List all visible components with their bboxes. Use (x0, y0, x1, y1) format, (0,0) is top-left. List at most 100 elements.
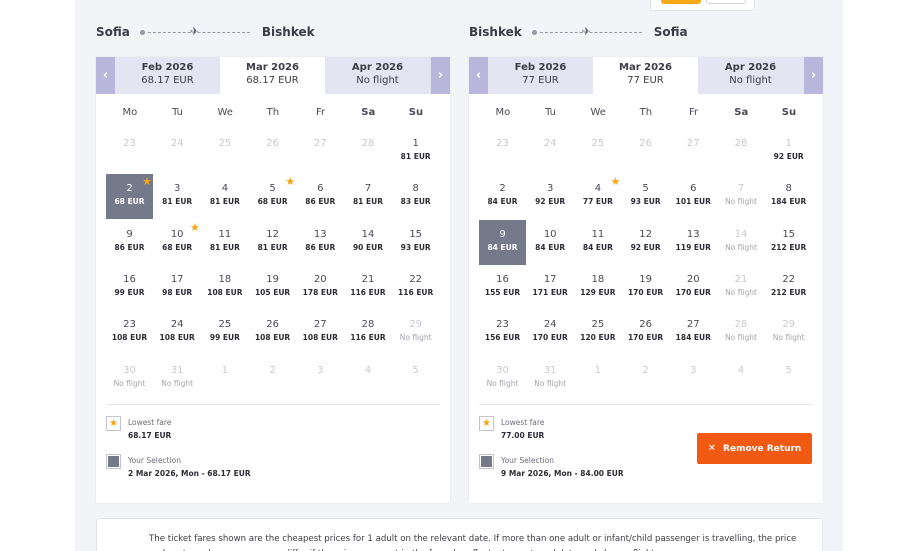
top-primary-button[interactable] (661, 0, 701, 4)
day-cell[interactable]: 21 No flight (718, 265, 765, 310)
selected-day-cell[interactable]: 9 84 EUR (479, 219, 526, 265)
day-cell[interactable]: 12 92 EUR (622, 220, 669, 265)
day-cell[interactable]: 25 99 EUR (201, 310, 248, 355)
selected-day-cell[interactable]: 2 68 EUR ★ (106, 174, 153, 220)
day-cell[interactable]: 29 No flight (765, 310, 812, 355)
day-cell[interactable]: 11 84 EUR (574, 220, 621, 265)
day-cell[interactable]: 3 92 EUR (527, 174, 574, 219)
day-cell[interactable]: 26 108 EUR (249, 310, 296, 355)
day-cell[interactable]: 13 119 EUR (670, 220, 717, 265)
weekday-label: Su (408, 107, 424, 118)
day-cell[interactable]: 15 93 EUR (392, 220, 439, 265)
day-price: 68 EUR (257, 197, 288, 207)
day-number: 5 (642, 183, 649, 195)
day-cell[interactable]: 30 No flight (479, 356, 526, 401)
day-cell: 28 (718, 129, 765, 174)
day-number: 17 (170, 273, 184, 285)
next-month-arrow[interactable]: › (431, 57, 450, 94)
day-price: 86 EUR (305, 197, 336, 207)
day-price: 170 EUR (627, 333, 664, 343)
day-number: 4 (737, 364, 745, 376)
day-cell[interactable]: 21 116 EUR (345, 265, 392, 310)
day-cell[interactable]: 14 No flight (718, 220, 765, 265)
day-cell: 25 (201, 129, 248, 174)
day-number: 24 (170, 319, 184, 331)
day-cell[interactable]: 18 129 EUR (574, 265, 621, 310)
prev-month-arrow[interactable]: ‹ (469, 57, 488, 94)
day-cell[interactable]: 4 81 EUR (201, 174, 248, 219)
day-cell[interactable]: 27 184 EUR (670, 310, 717, 355)
day-cell[interactable]: 2 84 EUR (479, 174, 526, 219)
day-cell[interactable]: 20 178 EUR (297, 265, 344, 310)
next-month-arrow[interactable]: › (804, 57, 823, 94)
day-cell[interactable]: 20 170 EUR (670, 265, 717, 310)
day-number: 22 (782, 273, 796, 285)
day-cell[interactable]: 17 171 EUR (527, 265, 574, 310)
day-price: 92 EUR (773, 152, 804, 161)
tab-month-apr[interactable]: Apr 2026 No flight (325, 57, 430, 94)
remove-return-button[interactable]: ✕ Remove Return (697, 433, 812, 464)
day-cell[interactable]: 31 No flight (154, 356, 201, 401)
day-cell[interactable]: 22 212 EUR (765, 265, 812, 310)
day-price: No flight (725, 242, 757, 252)
day-cell[interactable]: 10 84 EUR (527, 220, 574, 265)
tab-month-apr[interactable]: Apr 2026 No flight (698, 57, 803, 94)
day-cell[interactable]: 26 170 EUR (622, 310, 669, 355)
day-cell[interactable]: 6 86 EUR (297, 174, 344, 219)
day-cell[interactable]: 12 81 EUR (249, 220, 296, 265)
legend-lowest: ★ Lowest fare 68.17 EUR (106, 416, 171, 441)
day-cell: 23 (106, 129, 153, 174)
day-cell[interactable]: 19 170 EUR (622, 265, 669, 310)
day-number: 3 (547, 183, 554, 195)
day-cell[interactable]: 1 92 EUR (765, 129, 812, 174)
top-secondary-button[interactable] (706, 0, 746, 4)
day-cell[interactable]: 17 98 EUR (154, 265, 201, 310)
day-cell[interactable]: 3 81 EUR (154, 174, 201, 219)
day-cell[interactable]: 29 No flight (392, 310, 439, 355)
day-cell[interactable]: 7 81 EUR (345, 174, 392, 219)
day-cell[interactable]: 28 116 EUR (345, 310, 392, 355)
day-cell[interactable]: 11 81 EUR (201, 220, 248, 265)
day-cell[interactable]: 27 108 EUR (297, 310, 344, 355)
day-cell[interactable]: 24 170 EUR (527, 310, 574, 355)
tab-month-feb[interactable]: Feb 2026 68.17 EUR (115, 57, 220, 94)
day-cell[interactable]: 6 101 EUR (670, 174, 717, 219)
day-cell[interactable]: 30 No flight (106, 356, 153, 401)
day-cell[interactable]: 13 86 EUR (297, 220, 344, 265)
day-cell[interactable]: 4 77 EUR ★ (574, 174, 621, 219)
star-icon: ★ (285, 175, 296, 189)
return-calendar: ‹ Feb 2026 77 EUR Mar 2026 77 EUR Apr 20… (469, 57, 823, 503)
day-cell[interactable]: 22 116 EUR (392, 265, 439, 310)
tab-month-mar[interactable]: Mar 2026 77 EUR (593, 57, 698, 95)
day-cell[interactable]: 19 105 EUR (249, 265, 296, 310)
day-cell[interactable]: 25 120 EUR (574, 310, 621, 355)
day-cell[interactable]: 5 68 EUR ★ (249, 174, 296, 219)
day-number: 12 (266, 228, 279, 240)
day-cell[interactable]: 31 No flight (527, 356, 574, 401)
day-cell[interactable]: 5 93 EUR (622, 174, 669, 219)
day-number: 27 (313, 138, 327, 149)
day-cell[interactable]: 16 155 EUR (479, 265, 526, 310)
day-cell[interactable]: 23 108 EUR (106, 310, 153, 355)
day-number: 1 (785, 138, 792, 149)
day-cell[interactable]: 1 81 EUR (392, 129, 439, 174)
day-cell[interactable]: 14 90 EUR (345, 220, 392, 265)
day-cell[interactable]: 15 212 EUR (765, 220, 812, 265)
day-cell[interactable]: 28 No flight (718, 310, 765, 355)
tab-month-mar[interactable]: Mar 2026 68.17 EUR (220, 57, 325, 95)
day-number: 23 (496, 138, 509, 149)
day-cell[interactable]: 7 No flight (718, 174, 765, 219)
prev-month-arrow[interactable]: ‹ (96, 57, 115, 94)
day-cell[interactable]: 10 68 EUR ★ (154, 220, 201, 265)
day-cell[interactable]: 23 156 EUR (479, 310, 526, 355)
day-cell[interactable]: 8 184 EUR (765, 174, 812, 219)
day-cell[interactable]: 18 108 EUR (201, 265, 248, 310)
tab-month-feb[interactable]: Feb 2026 77 EUR (488, 57, 593, 94)
day-cell[interactable]: 9 86 EUR (106, 220, 153, 265)
day-cell[interactable]: 8 83 EUR (392, 174, 439, 219)
day-number: 16 (496, 273, 509, 285)
day-number: 27 (686, 319, 700, 331)
day-cell[interactable]: 16 99 EUR (106, 265, 153, 310)
day-cell[interactable]: 24 108 EUR (154, 310, 201, 355)
day-cell: 2 (622, 356, 669, 401)
